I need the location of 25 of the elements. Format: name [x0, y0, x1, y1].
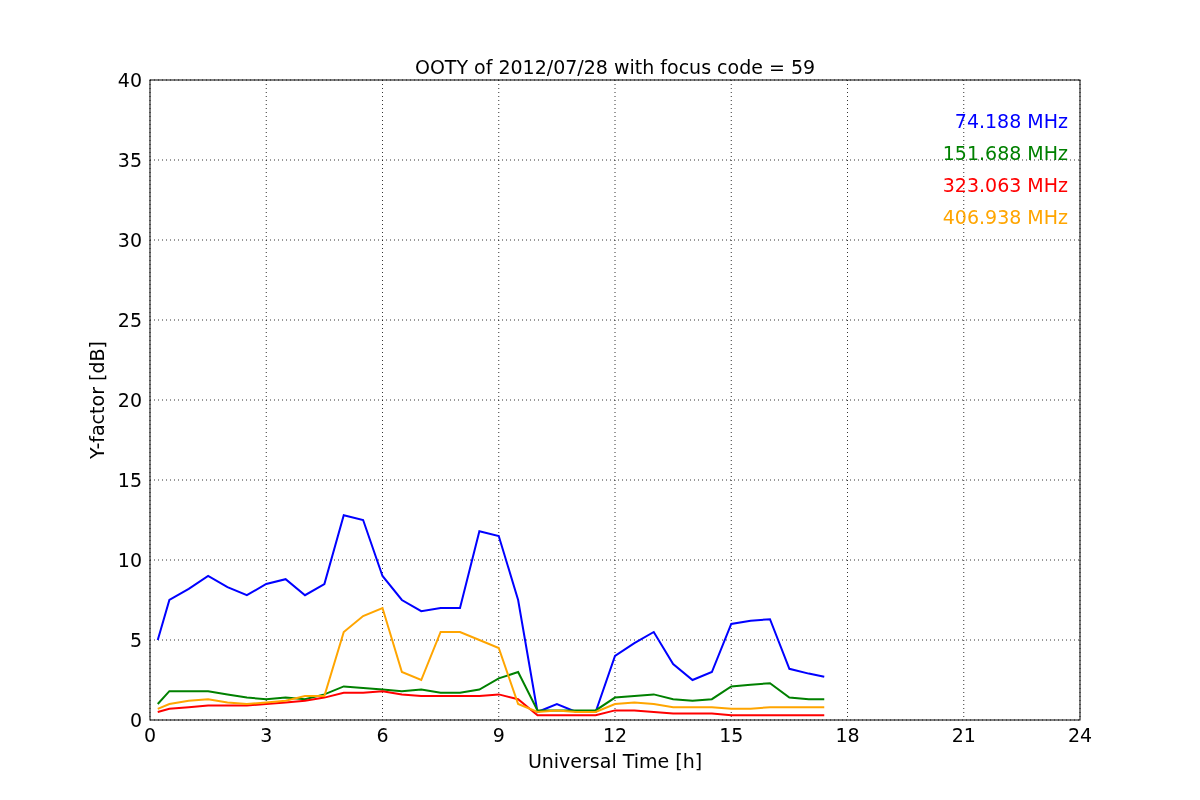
tick-label: 15 [117, 469, 142, 491]
legend-label: 406.938 MHz [942, 206, 1068, 228]
legend-label: 323.063 MHz [942, 174, 1068, 196]
tick-label: 0 [143, 724, 157, 746]
tick-label: 12 [602, 724, 628, 746]
chart-title: OOTY of 2012/07/28 with focus code = 59 [414, 56, 816, 78]
tick-label: 40 [117, 69, 142, 91]
tick-label: 18 [835, 724, 860, 746]
tick-label: 10 [117, 549, 142, 571]
tick-label: 30 [117, 229, 142, 251]
tick-label: 35 [117, 149, 142, 171]
legend-label: 74.188 MHz [954, 110, 1068, 132]
tick-label: 24 [1067, 724, 1093, 746]
tick-label: 6 [376, 724, 389, 746]
tick-label: 9 [492, 724, 505, 746]
tick-label: 15 [719, 724, 744, 746]
legend-label: 151.688 MHz [942, 142, 1068, 164]
tick-label: 5 [129, 629, 142, 651]
tick-label: 0 [129, 709, 142, 731]
axis-label: Universal Time [h] [527, 750, 703, 772]
axis-label: Y-factor [dB] [86, 341, 108, 459]
tick-label: 20 [117, 389, 142, 411]
tick-label: 3 [260, 724, 273, 746]
tick-label: 25 [117, 309, 142, 331]
tick-label: 21 [951, 724, 976, 746]
